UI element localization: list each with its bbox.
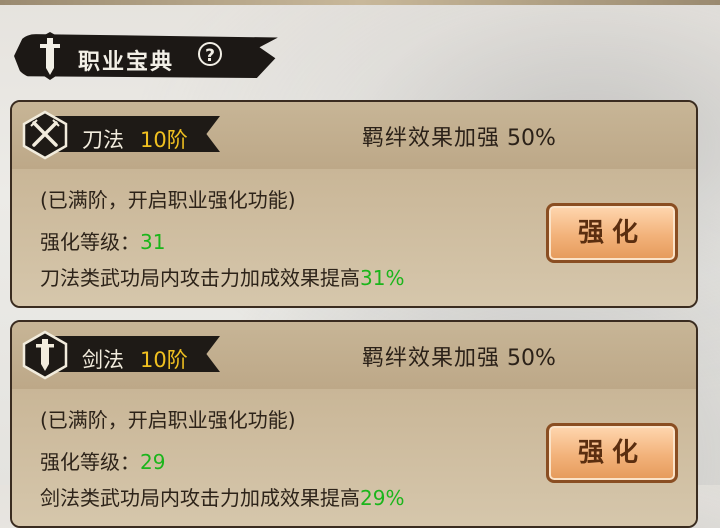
- bonus-row: 剑法类武功局内攻击力加成效果提高29%: [40, 482, 404, 511]
- sword-emblem-icon: [32, 32, 68, 80]
- enhance-level-row: 强化等级：29: [40, 446, 165, 475]
- weapon-level: 10阶: [140, 348, 188, 372]
- enhance-label: 强化等级：: [40, 450, 140, 474]
- codex-header: 职业宝典 ?: [14, 28, 278, 84]
- enhance-button-label: 强化: [577, 438, 646, 468]
- weapon-name: 刀法: [82, 128, 124, 152]
- crossed-sabers-icon: [22, 110, 68, 160]
- bond-value: 50%: [507, 346, 556, 371]
- weapon-level: 10阶: [140, 128, 188, 152]
- weapon-tag: 刀法 10阶: [20, 110, 220, 160]
- top-border-strip: [0, 0, 720, 5]
- weapon-card-saber: 刀法 10阶 羁绊效果加强 50% (已满阶，开启职业强化功能) 强化等级：31…: [10, 100, 698, 308]
- page-title: 职业宝典: [78, 49, 175, 75]
- sword-icon: [22, 330, 68, 380]
- enhance-label: 强化等级：: [40, 230, 140, 254]
- weapon-card-sword: 剑法 10阶 羁绊效果加强 50% (已满阶，开启职业强化功能) 强化等级：29…: [10, 320, 698, 528]
- bonus-text: 剑法类武功局内攻击力加成效果提高: [40, 486, 360, 510]
- weapon-tag-background: [50, 116, 220, 152]
- bond-value: 50%: [507, 126, 556, 151]
- enhance-button-label: 强化: [577, 218, 646, 248]
- enhance-value: 31: [140, 230, 166, 254]
- enhance-value: 29: [140, 450, 166, 474]
- enhance-button[interactable]: 强化: [546, 423, 678, 483]
- weapon-tag-background: [50, 336, 220, 372]
- bond-label: 羁绊效果加强: [362, 126, 501, 151]
- enhance-button[interactable]: 强化: [546, 203, 678, 263]
- status-text: (已满阶，开启职业强化功能): [40, 188, 296, 212]
- bonus-value: 31%: [360, 266, 405, 290]
- enhance-level-row: 强化等级：31: [40, 226, 165, 255]
- bonus-row: 刀法类武功局内攻击力加成效果提高31%: [40, 262, 404, 291]
- weapon-tag: 剑法 10阶: [20, 330, 220, 380]
- bonus-text: 刀法类武功局内攻击力加成效果提高: [40, 266, 360, 290]
- status-text: (已满阶，开启职业强化功能): [40, 408, 296, 432]
- bond-label: 羁绊效果加强: [362, 346, 501, 371]
- weapon-name: 剑法: [82, 348, 124, 372]
- help-icon[interactable]: ?: [198, 42, 222, 66]
- bonus-value: 29%: [360, 486, 405, 510]
- bond-effect: 羁绊效果加强 50%: [362, 340, 556, 372]
- bond-effect: 羁绊效果加强 50%: [362, 120, 556, 152]
